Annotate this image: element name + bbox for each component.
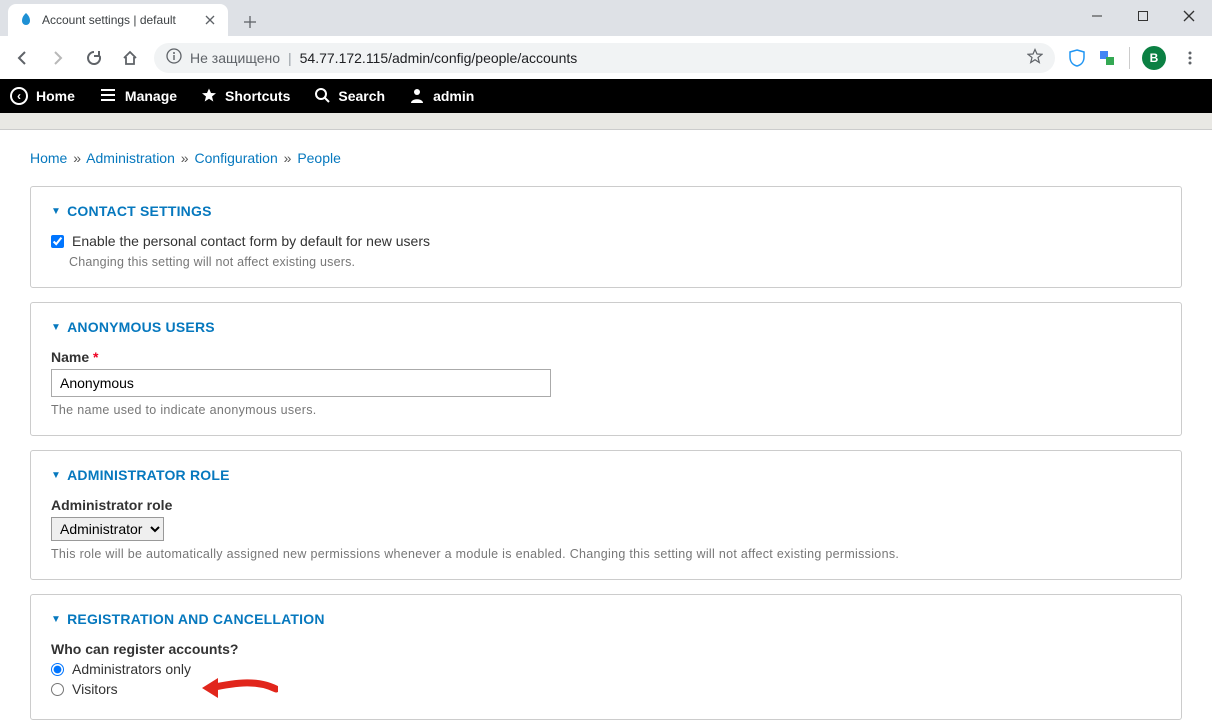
toolbar-shortcuts[interactable]: Shortcuts <box>201 87 290 106</box>
security-status-label: Не защищено <box>190 50 280 66</box>
browser-tab-active[interactable]: Account settings | default <box>8 4 228 36</box>
adminrole-desc: This role will be automatically assigned… <box>51 547 1161 561</box>
browser-tab-title: Account settings | default <box>42 13 194 27</box>
extension-translate-icon[interactable] <box>1097 48 1117 68</box>
anonymous-name-label: Name * <box>51 349 1161 365</box>
required-star-icon: * <box>93 349 98 365</box>
browser-chrome: Account settings | default Не защищено |… <box>0 0 1212 79</box>
register-visitors-radio[interactable] <box>51 683 64 696</box>
adminrole-label: Administrator role <box>51 497 1161 513</box>
drupal-favicon-icon <box>18 12 34 28</box>
user-icon <box>409 87 425 106</box>
toolbar-shortcuts-label: Shortcuts <box>225 88 290 104</box>
star-icon <box>201 87 217 106</box>
page-content-scroll[interactable]: Home » Administration » Configuration » … <box>0 130 1212 725</box>
breadcrumb-administration[interactable]: Administration <box>86 150 175 166</box>
register-visitors-label: Visitors <box>72 681 118 697</box>
panel-administrator-role: ▼ ADMINISTRATOR ROLE Administrator role … <box>30 450 1182 580</box>
breadcrumb-configuration[interactable]: Configuration <box>194 150 277 166</box>
browser-forward-button[interactable] <box>46 46 70 70</box>
new-tab-button[interactable] <box>236 8 264 36</box>
panel-heading-adminrole-label: ADMINISTRATOR ROLE <box>67 467 230 483</box>
toolbar-search-label: Search <box>338 88 385 104</box>
adminrole-select[interactable]: Administrator <box>51 517 164 541</box>
browser-reload-button[interactable] <box>82 46 106 70</box>
site-info-icon[interactable] <box>166 48 182 67</box>
breadcrumb-separator: » <box>73 150 81 166</box>
browser-menu-button[interactable] <box>1178 46 1202 70</box>
who-can-register-label: Who can register accounts? <box>51 641 1161 657</box>
panel-contact-settings: ▼ CONTACT SETTINGS Enable the personal c… <box>30 186 1182 288</box>
search-icon <box>314 87 330 106</box>
drupal-admin-toolbar: ‹ Home Manage Shortcuts Search admin <box>0 79 1212 113</box>
panel-anonymous-users: ▼ ANONYMOUS USERS Name * The name used t… <box>30 302 1182 436</box>
annotation-red-arrow-icon <box>198 674 278 704</box>
breadcrumb: Home » Administration » Configuration » … <box>30 150 1182 166</box>
contact-default-checkbox[interactable] <box>51 235 64 248</box>
drupal-secondary-tabs <box>0 113 1212 130</box>
omnibox-separator: | <box>288 50 292 66</box>
extension-shield-icon[interactable] <box>1067 48 1087 68</box>
window-minimize-button[interactable] <box>1074 0 1120 32</box>
toolbar-user-label: admin <box>433 88 474 104</box>
anonymous-name-desc: The name used to indicate anonymous user… <box>51 403 1161 417</box>
browser-back-button[interactable] <box>10 46 34 70</box>
panel-heading-adminrole[interactable]: ▼ ADMINISTRATOR ROLE <box>51 467 1161 483</box>
breadcrumb-separator: » <box>181 150 189 166</box>
panel-heading-registration[interactable]: ▼ REGISTRATION AND CANCELLATION <box>51 611 1161 627</box>
breadcrumb-home[interactable]: Home <box>30 150 67 166</box>
caret-down-icon: ▼ <box>51 614 61 625</box>
contact-default-desc: Changing this setting will not affect ex… <box>69 255 1161 269</box>
panel-heading-anonymous[interactable]: ▼ ANONYMOUS USERS <box>51 319 1161 335</box>
panel-heading-contact-label: CONTACT SETTINGS <box>67 203 212 219</box>
window-controls <box>1074 0 1212 32</box>
toolbar-user[interactable]: admin <box>409 87 474 106</box>
profile-avatar-button[interactable]: В <box>1142 46 1166 70</box>
toolbar-home-label: Home <box>36 88 75 104</box>
anonymous-name-input[interactable] <box>51 369 551 397</box>
toolbar-search[interactable]: Search <box>314 87 385 106</box>
caret-down-icon: ▼ <box>51 470 61 481</box>
register-admins-only-label: Administrators only <box>72 661 191 677</box>
tab-strip: Account settings | default <box>0 0 1212 36</box>
bookmark-star-icon[interactable] <box>1027 48 1043 67</box>
panel-heading-contact[interactable]: ▼ CONTACT SETTINGS <box>51 203 1161 219</box>
breadcrumb-people[interactable]: People <box>297 150 341 166</box>
window-maximize-button[interactable] <box>1120 0 1166 32</box>
profile-initial: В <box>1150 51 1159 65</box>
tab-close-button[interactable] <box>202 12 218 28</box>
caret-down-icon: ▼ <box>51 206 61 217</box>
browser-home-button[interactable] <box>118 46 142 70</box>
toolbar-manage-label: Manage <box>125 88 177 104</box>
caret-down-icon: ▼ <box>51 322 61 333</box>
panel-heading-registration-label: REGISTRATION AND CANCELLATION <box>67 611 325 627</box>
register-admins-only-radio[interactable] <box>51 663 64 676</box>
address-bar: Не защищено | 54.77.172.115/admin/config… <box>0 36 1212 79</box>
contact-default-label: Enable the personal contact form by defa… <box>72 233 430 249</box>
anonymous-name-label-text: Name <box>51 349 89 365</box>
omnibox[interactable]: Не защищено | 54.77.172.115/admin/config… <box>154 43 1055 73</box>
extension-icons <box>1067 48 1117 68</box>
panel-heading-anonymous-label: ANONYMOUS USERS <box>67 319 215 335</box>
url-text: 54.77.172.115/admin/config/people/accoun… <box>300 50 578 66</box>
toolbar-back-home[interactable]: ‹ Home <box>10 87 75 105</box>
back-circle-icon: ‹ <box>10 87 28 105</box>
breadcrumb-separator: » <box>284 150 292 166</box>
toolbar-manage[interactable]: Manage <box>99 86 177 107</box>
window-close-button[interactable] <box>1166 0 1212 32</box>
hamburger-icon <box>99 86 117 107</box>
